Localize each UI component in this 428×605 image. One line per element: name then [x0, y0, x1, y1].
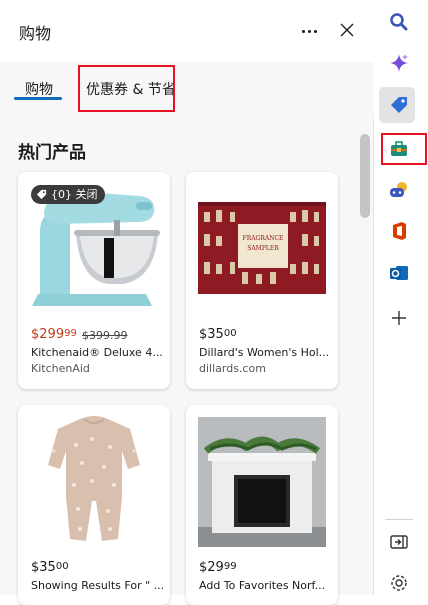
product-name: Kitchenaid® Deluxe 4...	[31, 346, 163, 359]
shopping-tag-icon[interactable]	[387, 93, 411, 117]
price-whole: $299	[31, 327, 65, 342]
product-source: KitchenAid	[31, 362, 90, 375]
more-options-button[interactable]	[296, 18, 322, 44]
pane-header: 购物	[0, 0, 374, 62]
product-card[interactable]: FRAGRANCE SAMPLER $3500 Dillard's Women'…	[186, 172, 338, 389]
close-icon[interactable]	[335, 18, 359, 42]
product-price: $3500	[31, 560, 69, 575]
tag-icon	[36, 189, 47, 200]
more-dot	[307, 29, 311, 33]
product-card[interactable]: {0} 关闭 $29999 $399.99 Kitchenaid® Deluxe…	[18, 172, 170, 389]
copilot-sparkle-icon[interactable]	[387, 51, 411, 75]
badge-label: {0} 关闭	[51, 188, 98, 201]
highlight-box-sidebar-tools	[381, 133, 427, 165]
image-label-fragrance: FRAGRANCE	[243, 235, 284, 242]
highlight-box-coupons-tab	[78, 65, 175, 112]
shopping-pane: 购物 购物 优惠券 & 节省 热门产品 {0} 关闭 $29999 $399.9…	[0, 0, 374, 605]
product-price: $29999	[31, 327, 77, 342]
product-card[interactable]: $3500 Showing Results For " ...	[18, 405, 170, 605]
fireplace-image	[186, 405, 338, 550]
games-icon[interactable]	[387, 178, 411, 202]
vertical-scrollbar[interactable]	[358, 122, 372, 595]
scroll-thumb[interactable]	[360, 134, 370, 218]
price-whole: $29	[199, 560, 224, 575]
price-whole: $35	[199, 327, 224, 342]
price-cents: 00	[223, 328, 237, 339]
tab-bar: 购物 优惠券 & 节省	[0, 62, 374, 118]
price-whole: $35	[31, 560, 56, 575]
baby-sleeper-image	[18, 405, 170, 550]
price-cents: 00	[55, 561, 69, 572]
price-cents: 99	[64, 328, 77, 339]
image-label-sampler: SAMPLER	[247, 245, 279, 252]
outlook-icon[interactable]	[387, 261, 411, 285]
more-dot	[301, 29, 305, 33]
add-icon[interactable]	[387, 306, 411, 330]
product-price: $3500	[199, 327, 237, 342]
price-cents: 99	[223, 561, 237, 572]
pane-title: 购物	[19, 24, 52, 43]
fragrance-sampler-image: FRAGRANCE SAMPLER	[186, 172, 338, 317]
section-title: 热门产品	[18, 143, 86, 163]
product-name: Showing Results For " ...	[31, 579, 163, 592]
settings-icon[interactable]	[387, 571, 411, 595]
product-name: Add To Favorites Norf...	[199, 579, 326, 592]
more-dot	[313, 29, 317, 33]
product-price: $2999	[199, 560, 237, 575]
original-price: $399.99	[82, 329, 128, 342]
product-card[interactable]: $2999 Add To Favorites Norf...	[186, 405, 338, 605]
active-tab-indicator	[14, 97, 62, 100]
tab-shopping[interactable]: 购物	[25, 79, 53, 99]
sidebar-divider	[385, 519, 413, 520]
product-name: Dillard's Women's Hol...	[199, 346, 330, 359]
search-icon[interactable]	[387, 10, 411, 34]
office-icon[interactable]	[387, 219, 411, 243]
split-screen-icon[interactable]	[387, 530, 411, 554]
discount-badge: {0} 关闭	[31, 185, 105, 204]
edge-sidebar	[375, 0, 428, 595]
product-source: dillards.com	[199, 362, 266, 375]
